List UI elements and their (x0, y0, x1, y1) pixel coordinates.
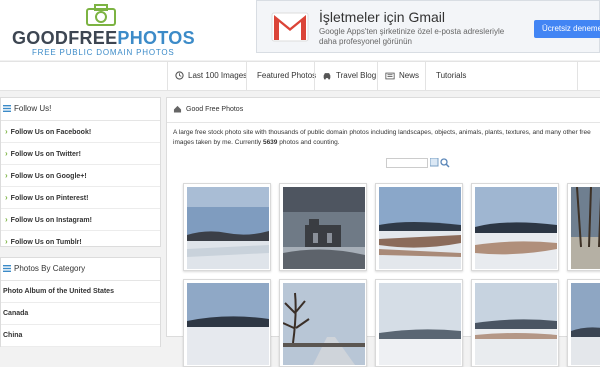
follow-instagram-link[interactable]: › Follow Us on Instagram! (1, 209, 160, 231)
ad-trial-button[interactable]: Ücretsiz deneme (534, 20, 600, 38)
photo-thumbnail[interactable] (471, 183, 559, 271)
follow-us-panel: Follow Us! › Follow Us on Facebook! › Foll… (0, 97, 161, 247)
photo-thumbnail[interactable] (183, 279, 271, 367)
car-icon (323, 72, 331, 80)
category-heading: Photos By Category (1, 258, 160, 281)
logo-tagline: FREE PUBLIC DOMAIN PHOTOS (32, 48, 175, 57)
nav-tutorials[interactable]: Tutorials (425, 62, 577, 90)
site-header: GOODFREEPHOTOS FREE PUBLIC DOMAIN PHOTOS… (0, 0, 600, 60)
nav-extra[interactable] (577, 62, 600, 90)
follow-tumblr-link[interactable]: › Follow Us on Tumblr! (1, 231, 160, 252)
main-content: Good Free Photos A large free stock phot… (166, 97, 600, 367)
search-input[interactable] (386, 158, 428, 168)
home-icon (173, 106, 182, 113)
follow-googleplus-link[interactable]: › Follow Us on Google+! (1, 165, 160, 187)
photo-thumbnail[interactable] (471, 279, 559, 367)
main-nav: Last 100 Images Featured Photos Travel B… (0, 61, 600, 91)
nav-featured-photos[interactable]: Featured Photos (246, 62, 316, 90)
ad-title: İşletmeler için Gmail (319, 9, 446, 25)
photo-thumbnail[interactable] (567, 279, 600, 367)
follow-twitter-link[interactable]: › Follow Us on Twitter! (1, 143, 160, 165)
nav-travel-blog[interactable]: Travel Blog (314, 62, 377, 90)
follow-pinterest-link[interactable]: › Follow Us on Pinterest! (1, 187, 160, 209)
follow-us-heading: Follow Us! (1, 98, 160, 121)
photos-by-category-panel: Photos By Category Photo Album of the Un… (0, 257, 161, 347)
list-icon (3, 105, 11, 113)
follow-facebook-link[interactable]: › Follow Us on Facebook! (1, 121, 160, 143)
photo-thumbnail[interactable] (279, 183, 367, 271)
clock-icon (175, 71, 184, 81)
photo-thumbnail[interactable] (375, 279, 463, 367)
photo-thumbnail[interactable] (279, 279, 367, 367)
nav-last-100-images[interactable]: Last 100 Images (167, 62, 247, 90)
photo-thumbnail[interactable] (375, 183, 463, 271)
photo-thumbnail[interactable] (183, 183, 271, 271)
gmail-logo-icon (271, 12, 309, 42)
logo-title: GOODFREEPHOTOS (12, 28, 195, 48)
list-icon (3, 265, 11, 273)
breadcrumb[interactable]: Good Free Photos (167, 98, 600, 123)
camera-logo-icon (86, 4, 116, 26)
newspaper-icon (385, 72, 395, 80)
category-canada[interactable]: Canada (1, 303, 160, 325)
category-united-states[interactable]: Photo Album of the United States (1, 281, 160, 303)
ad-body: Google Apps'ten şirketinize özel e-posta… (319, 27, 505, 46)
category-china[interactable]: China (1, 325, 160, 347)
site-description: A large free stock photo site with thous… (173, 129, 591, 146)
photo-thumbnail[interactable] (567, 183, 600, 271)
search-icon[interactable] (430, 158, 450, 168)
photo-count: 5639 (262, 139, 278, 146)
site-logo[interactable]: GOODFREEPHOTOS FREE PUBLIC DOMAIN PHOTOS (12, 4, 195, 57)
nav-news[interactable]: News (377, 62, 425, 90)
gmail-ad-banner[interactable]: İşletmeler için Gmail Google Apps'ten şi… (256, 0, 600, 53)
